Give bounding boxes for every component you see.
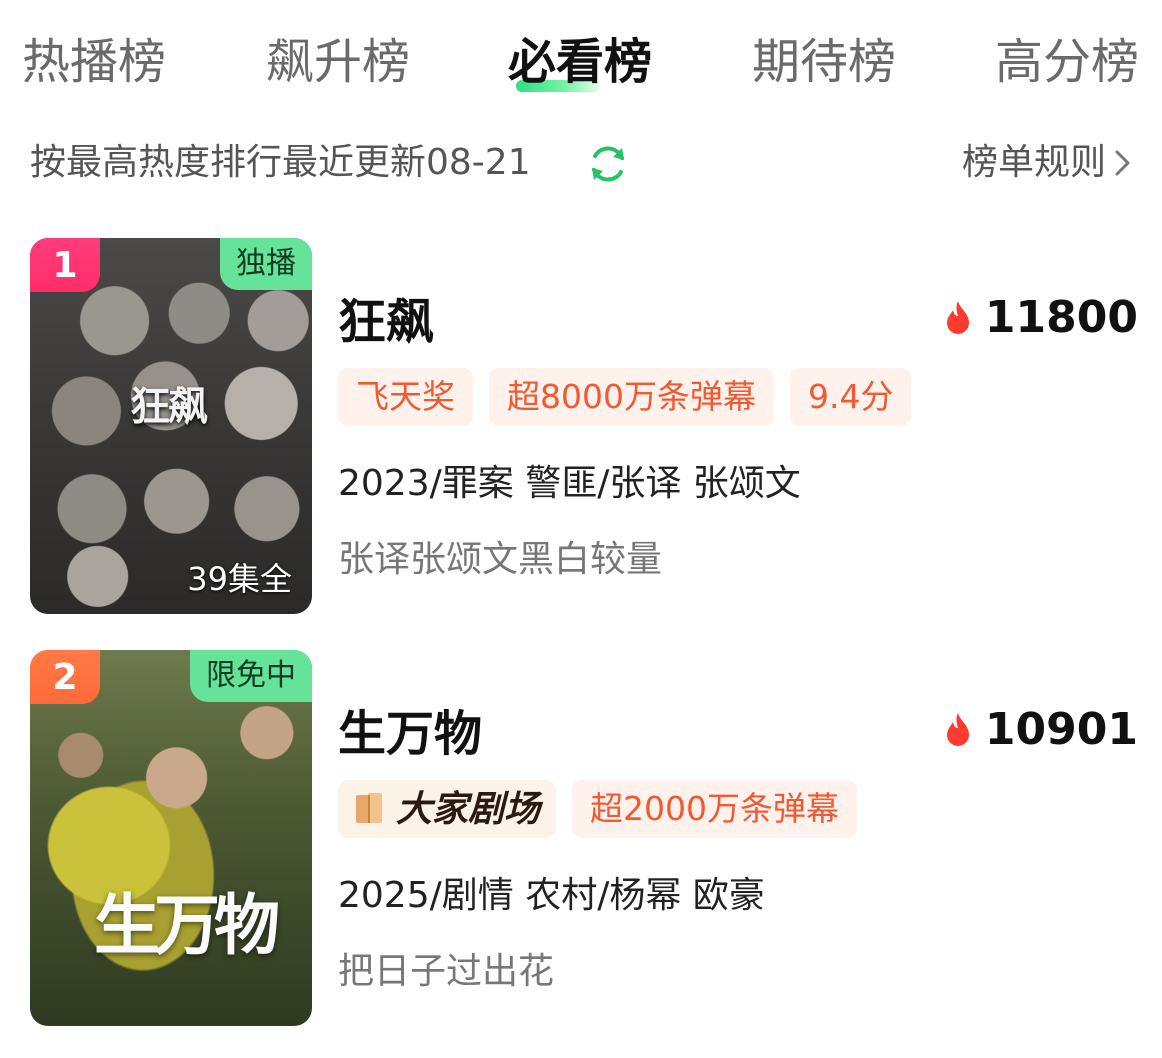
tab-anticipated[interactable]: 期待榜 bbox=[752, 30, 896, 100]
rank-badge: 2 bbox=[30, 650, 100, 704]
tag-brand-label: 大家剧场 bbox=[396, 788, 541, 830]
show-description: 把日子过出花 bbox=[338, 951, 555, 992]
list-item[interactable]: 1 独播 狂飙 39集全 狂飙 11800 飞天奖 超8000万条弹幕 9.4分… bbox=[0, 238, 1162, 618]
tab-high-score-label: 高分榜 bbox=[995, 34, 1140, 90]
tab-rising-label: 飙升榜 bbox=[266, 34, 411, 90]
ranking-rules-label: 榜单规则 bbox=[961, 142, 1106, 183]
show-meta: 2025/剧情 农村/杨幂 欧豪 bbox=[338, 875, 765, 916]
book-icon bbox=[356, 793, 382, 823]
show-description: 张译张颂文黑白较量 bbox=[338, 539, 663, 580]
tab-anticipated-label: 期待榜 bbox=[752, 34, 897, 90]
tab-must-watch-label: 必看榜 bbox=[508, 34, 653, 90]
tab-high-score[interactable]: 高分榜 bbox=[995, 30, 1139, 100]
poster-title: 狂飙 bbox=[130, 384, 208, 430]
rank-badge: 1 bbox=[30, 238, 100, 292]
tag-award: 飞天奖 bbox=[338, 368, 473, 426]
ranking-tabs: 热播榜 飙升榜 必看榜 期待榜 高分榜 bbox=[0, 0, 1162, 110]
episode-count: 39集全 bbox=[187, 560, 292, 598]
heat-value: 10901 bbox=[984, 704, 1138, 755]
tab-hot-label: 热播榜 bbox=[22, 34, 167, 90]
show-title[interactable]: 生万物 bbox=[338, 694, 482, 764]
heat-value: 11800 bbox=[984, 292, 1138, 343]
tag-danmaku: 超2000万条弹幕 bbox=[572, 780, 857, 838]
tab-must-watch[interactable]: 必看榜 bbox=[508, 30, 652, 100]
heat-score: 10901 bbox=[943, 704, 1138, 755]
heat-score: 11800 bbox=[943, 292, 1138, 343]
refresh-icon[interactable] bbox=[586, 142, 630, 186]
exclusive-badge: 独播 bbox=[220, 238, 312, 290]
tag-score: 9.4分 bbox=[789, 368, 912, 426]
flame-icon bbox=[946, 712, 969, 746]
poster-image[interactable]: 1 独播 狂飙 39集全 bbox=[30, 238, 312, 614]
flame-icon bbox=[946, 300, 969, 334]
ranking-info-bar: 按最高热度排行最近更新08-21 榜单规则 bbox=[0, 130, 1162, 196]
show-meta: 2023/罪案 警匪/张译 张颂文 bbox=[338, 463, 801, 504]
tag-danmaku: 超8000万条弹幕 bbox=[489, 368, 774, 426]
tag-brand: 大家剧场 bbox=[338, 780, 557, 838]
poster-image[interactable]: 2 限免中 生万物 bbox=[30, 650, 312, 1026]
list-item[interactable]: 2 限免中 生万物 生万物 10901 大家剧场 超2000万条弹幕 2025/… bbox=[0, 650, 1162, 1030]
sort-description: 按最高热度排行最近更新08-21 bbox=[30, 142, 531, 183]
chevron-right-icon bbox=[1115, 150, 1130, 176]
poster-title: 生万物 bbox=[94, 887, 280, 964]
tab-rising[interactable]: 飙升榜 bbox=[266, 30, 410, 100]
show-title[interactable]: 狂飙 bbox=[338, 282, 434, 352]
free-limited-badge: 限免中 bbox=[190, 650, 312, 702]
tag-list: 飞天奖 超8000万条弹幕 9.4分 bbox=[338, 368, 927, 426]
tab-hot[interactable]: 热播榜 bbox=[22, 30, 166, 100]
tag-list: 大家剧场 超2000万条弹幕 bbox=[338, 780, 873, 838]
ranking-rules-link[interactable]: 榜单规则 bbox=[962, 140, 1132, 186]
